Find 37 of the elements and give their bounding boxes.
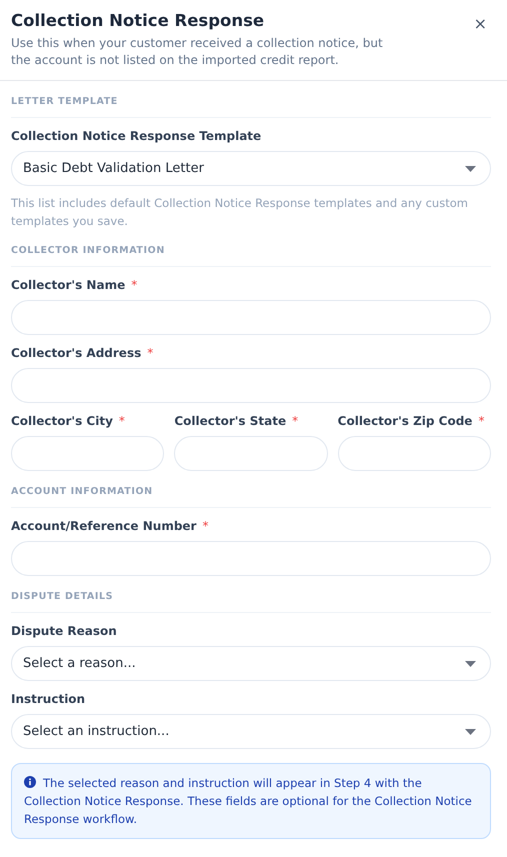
section-heading: DISPUTE DETAILS (11, 590, 491, 613)
close-button[interactable]: × (470, 14, 491, 34)
input-field[interactable] (11, 368, 491, 403)
dialog-title: Collection Notice Response (11, 10, 266, 32)
caret-icon (465, 728, 476, 734)
section-heading: LETTER TEMPLATE (11, 95, 491, 118)
dropdown-field[interactable]: Basic Debt Validation Letter (11, 151, 491, 186)
dropdown-field[interactable]: Select an instruction... (11, 714, 491, 749)
required-asterisk: * (131, 277, 138, 294)
caret-icon (465, 166, 476, 172)
field-label: Account/Reference Number (11, 518, 196, 535)
input-field[interactable] (11, 300, 491, 335)
dialog-subtitle: Use this when your customer received a collection notice, but the account is not listed on the imported credit report. (11, 35, 383, 69)
field-label: Collector's Zip Code (338, 413, 472, 430)
field-label: Collection Notice Response Template (11, 128, 262, 145)
help-text: This list includes default Collection Notice Response templates and any custom templates you save. (11, 195, 469, 230)
input-field[interactable] (174, 436, 328, 471)
section-heading: COLLECTOR INFORMATION (11, 244, 491, 267)
input-field[interactable] (11, 541, 491, 576)
required-asterisk: * (118, 413, 125, 430)
field-label: Dispute Reason (11, 623, 117, 640)
caret-icon (465, 660, 476, 666)
input-field[interactable] (11, 436, 164, 471)
info-icon (24, 776, 36, 788)
field-label: Collector's State (174, 413, 286, 430)
dropdown-field[interactable]: Select a reason... (11, 646, 491, 681)
field-label: Instruction (11, 691, 86, 708)
field-label: Collector's Address (11, 345, 142, 362)
required-asterisk: * (478, 413, 484, 430)
required-asterisk: * (202, 518, 208, 535)
section-heading: ACCOUNT INFORMATION (11, 485, 491, 508)
field-label: Collector's City (11, 413, 113, 430)
required-asterisk: * (292, 413, 298, 430)
required-asterisk: * (147, 345, 154, 362)
input-field[interactable] (338, 436, 491, 471)
notice-text: The selected reason and instruction will appear in Step 4 with the Collection Notice Response. These fields are optional for the Collection Notice Response workflow. (24, 775, 473, 828)
field-label: Collector's Name (11, 277, 126, 294)
